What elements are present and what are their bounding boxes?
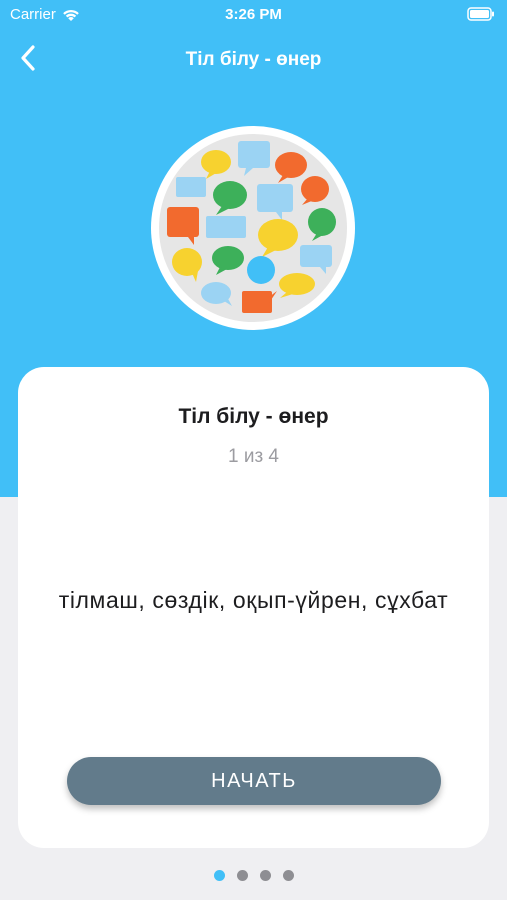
page-indicator[interactable] [0, 870, 507, 881]
page-dot[interactable] [236, 870, 248, 881]
status-time: 3:26 PM [225, 6, 282, 23]
page-dot[interactable] [213, 870, 225, 881]
page-dot[interactable] [259, 870, 271, 881]
start-button[interactable]: НАЧАТЬ [67, 757, 441, 805]
card-progress: 1 из 4 [227, 446, 280, 467]
page-title: Тіл білу - өнер [185, 49, 322, 70]
status-bar: Carrier 3:26 PM [0, 0, 507, 30]
card-title: Тіл білу - өнер [178, 405, 329, 428]
speech-bubbles-icon [150, 125, 356, 331]
page-dot[interactable] [282, 870, 294, 881]
navigation-bar: Тіл білу - өнер [0, 38, 507, 82]
topic-card: Тіл білу - өнер 1 из 4 тілмаш, сөздік, о… [18, 367, 489, 848]
vocabulary-words: тілмаш, сөздік, оқып-үйрен, сұхбат [58, 587, 449, 613]
battery-icon [467, 7, 495, 21]
